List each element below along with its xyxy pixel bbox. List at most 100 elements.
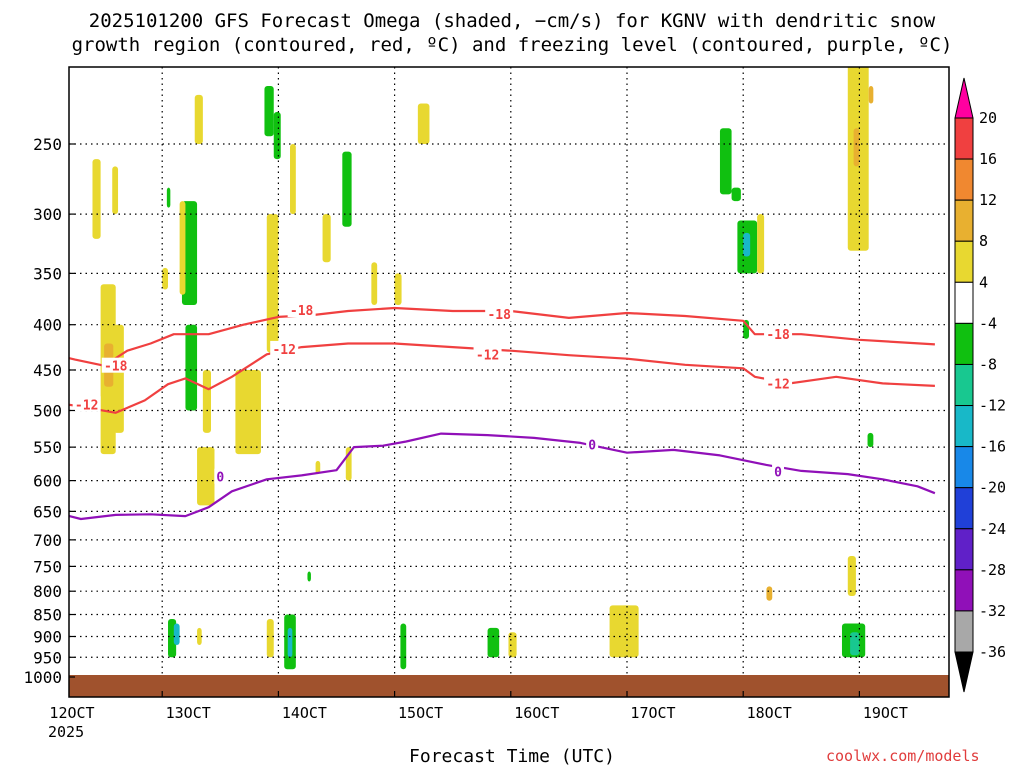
colorbar-box [954,610,974,653]
colorbar-label: -36 [979,643,1006,661]
colorbar-box [954,281,974,324]
contour-label: 0 [774,466,782,481]
x-tick-label: 18OCT [747,704,792,722]
omega-time-height-chart: -18 -18-18-18-12 -12-12-120000 25030035040… [23,66,1006,741]
colorbar-box [954,528,974,571]
colorbar-label: -20 [979,479,1006,497]
y-tick-label: 550 [33,438,62,457]
ground-surface [69,675,949,697]
y-tick-label: 700 [33,531,62,550]
contour-label: 0 [588,438,596,453]
colorbar-box [954,405,974,448]
colorbar-top-triangle [954,77,974,119]
colorbar-label: 8 [979,232,988,250]
colorbar-label: -8 [979,355,997,373]
y-tick-label: 350 [33,264,62,283]
omega-patch [202,369,212,433]
omega-patch [487,627,500,658]
contour-label: -18 [104,360,128,375]
colorbar-box [954,240,974,283]
y-tick-label: 600 [33,472,62,491]
omega-patch [266,619,274,658]
colorbar-box [954,117,974,160]
colorbar-label: -12 [979,397,1006,415]
omega-patch [185,324,198,411]
y-tick-label: 900 [33,627,62,646]
year-label: 2025 [48,723,84,741]
colorbar-box [954,158,974,201]
omega-patch [766,586,773,601]
omega-patch [92,159,101,239]
y-tick-label: 750 [33,557,62,576]
omega-patch [235,369,261,455]
y-tick-label: 400 [33,316,62,335]
omega-patch [173,623,180,645]
omega-patch [371,262,378,305]
omega-patch [417,103,430,144]
colorbar-box [954,446,974,489]
omega-patch [264,86,274,137]
contour-label: -12 [75,398,98,413]
x-tick-label: 14OCT [282,704,327,722]
x-tick-label: 13OCT [166,704,211,722]
omega-patch [719,128,732,195]
omega-patch [290,144,296,215]
omega-patch [166,187,171,208]
omega-patch [112,166,119,215]
omega-patch [197,447,215,506]
x-tick-label: 16OCT [514,704,559,722]
y-tick-label: 250 [33,135,62,154]
colorbar-label: -16 [979,438,1006,456]
omega-patch [194,94,203,144]
contour-label: 0 [216,471,224,486]
colorbar-box [954,322,974,365]
colorbar-bottom-triangle [954,651,974,693]
omega-patch [400,623,407,670]
y-tick-label: 800 [33,582,62,601]
x-tick-label: 17OCT [630,704,675,722]
x-tick-label: 12OCT [49,704,94,722]
contour-label: -18 [766,328,790,343]
colorbar-label: 20 [979,109,997,127]
omega-patch [847,556,856,596]
omega-patch [162,267,169,290]
omega-patch [731,187,741,202]
colorbar-box [954,363,974,407]
omega-patch [113,324,124,433]
omega-patch [850,632,860,656]
contour-label: -18 [487,308,511,323]
contour-label: -12 [272,343,295,358]
omega-patch [853,128,860,167]
y-tick-label: 300 [33,205,62,224]
colorbar-label: -24 [979,520,1006,538]
omega-patch [609,605,639,658]
omega-patch [322,214,331,263]
y-tick-label: 500 [33,402,62,421]
contour-label: -18 [290,304,314,319]
colorbar-label: -4 [979,314,997,332]
colorbar-label: 12 [979,191,997,209]
omega-patch [394,273,402,305]
x-tick-label: 15OCT [398,704,443,722]
colorbar-label: -28 [979,561,1006,579]
omega-patch [287,627,293,658]
omega-patch [757,214,765,274]
x-tick-label: 19OCT [863,704,908,722]
omega-patch [179,201,186,295]
colorbar-label: -32 [979,602,1006,620]
y-tick-label: 450 [33,361,62,380]
y-tick-label: 850 [33,606,62,625]
colorbar-box [954,569,974,612]
plot-area [69,67,949,697]
contour-label: -12 [476,348,499,363]
site-credit: coolwx.com/models [826,747,980,765]
colorbar-box [954,487,974,530]
omega-patch [273,111,281,160]
y-tick-label: 950 [33,648,62,667]
omega-patch [342,151,352,227]
colorbar-label: 16 [979,150,997,168]
omega-patch [867,432,874,448]
y-tick-label: 1000 [23,668,62,687]
contour-label: -12 [766,377,789,392]
omega-patch [266,214,279,353]
